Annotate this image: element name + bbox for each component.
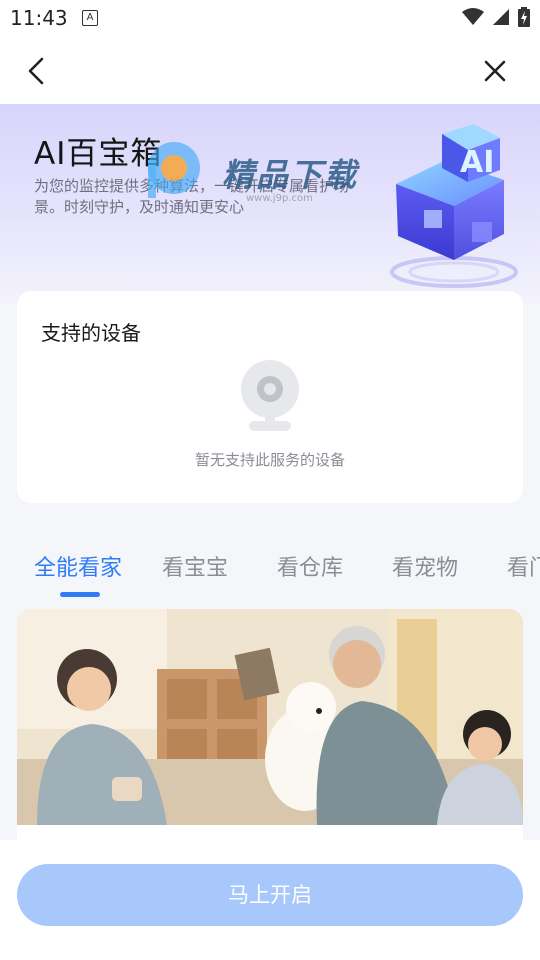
camera-placeholder-icon [241,360,299,431]
active-tab-indicator [60,592,100,597]
ai-cube-illustration: AI [390,124,518,288]
status-bar: 11:43 A [0,0,540,36]
scenario-card [17,609,523,840]
hero-banner: AI百宝箱 为您的监控提供多种算法，一键开启专属看护场景。时刻守护，及时通知更安… [0,104,540,304]
watermark-logo: 精品下载 [140,140,370,200]
supported-devices-card: 支持的设备 暂无支持此服务的设备 [17,291,523,503]
bottom-action-bar: 马上开启 [0,840,540,960]
notification-a-icon: A [82,10,98,26]
tab-all-round-home[interactable]: 全能看家 [34,550,122,582]
supported-devices-title: 支持的设备 [41,321,141,345]
empty-devices-text: 暂无支持此服务的设备 [194,451,345,469]
watermark-url: www.j9p.com [246,193,313,204]
chevron-left-icon[interactable] [22,56,52,86]
ai-badge-text: AI [460,145,494,180]
close-icon[interactable] [482,58,508,84]
battery-charging-icon [518,7,530,27]
tab-warehouse[interactable]: 看仓库 [277,550,343,582]
tab-door[interactable]: 看门 [507,550,540,582]
watermark-p-icon [148,142,200,198]
status-icons [462,7,530,27]
tab-baby[interactable]: 看宝宝 [162,550,228,582]
tab-pet[interactable]: 看宠物 [392,550,458,582]
top-nav-bar [0,36,540,104]
enable-now-button[interactable]: 马上开启 [17,864,523,926]
scenario-tabs: 全能看家 看宝宝 看仓库 看宠物 看门 [0,540,540,602]
watermark-text: 精品下载 [222,156,359,194]
wifi-icon [462,8,484,25]
status-time: 11:43 [10,6,68,30]
family-scene-image [17,609,523,825]
ai-toolbox-page: 11:43 A AI百宝箱 为您的监控提供多种算法，一键开启专属看护场景。时刻守… [0,0,540,960]
cellular-signal-icon [493,9,509,25]
